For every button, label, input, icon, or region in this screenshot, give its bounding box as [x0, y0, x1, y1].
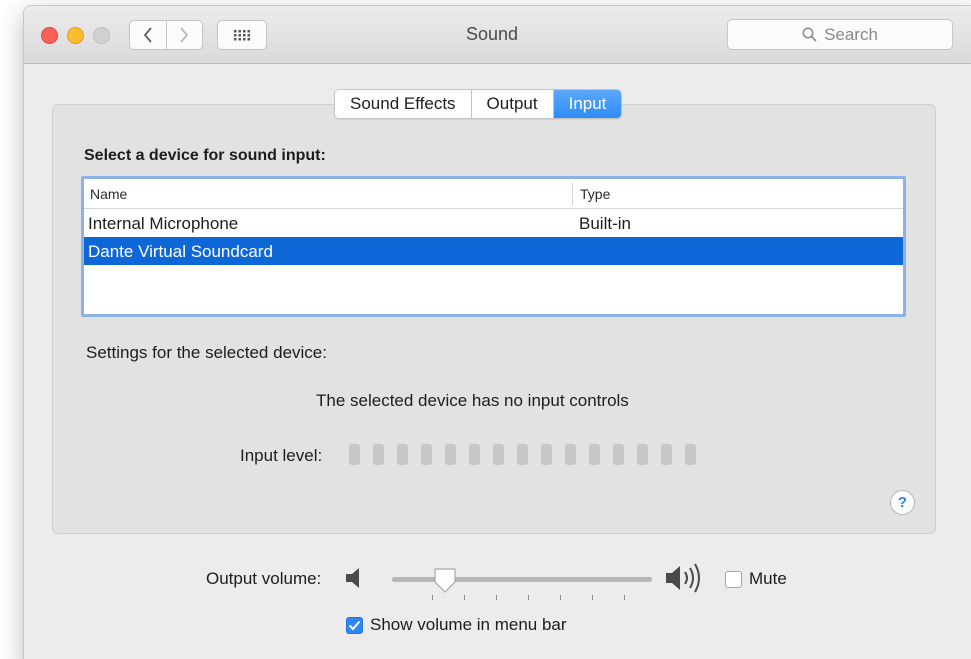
device-list-heading: Select a device for sound input:	[84, 147, 326, 164]
chevron-right-icon	[180, 27, 189, 43]
output-volume-label: Output volume:	[206, 569, 322, 588]
tab-sound-effects[interactable]: Sound Effects	[335, 90, 471, 118]
table-row-selected[interactable]: Dante Virtual Soundcard	[84, 237, 903, 265]
input-level-segment	[589, 444, 600, 465]
sound-preferences-window: Sound Search Sound Effects Output Input …	[24, 6, 971, 659]
slider-tick	[464, 595, 465, 600]
device-type: Built-in	[579, 214, 631, 233]
input-level-segment	[661, 444, 672, 465]
slider-tick	[624, 595, 625, 600]
column-divider[interactable]	[572, 183, 573, 205]
device-settings-label: Settings for the selected device:	[86, 343, 327, 362]
mute-checkbox[interactable]	[725, 570, 742, 588]
slider-track[interactable]	[392, 577, 652, 582]
input-level-segment	[373, 444, 384, 465]
input-level-segment	[517, 444, 528, 465]
close-window-button[interactable]	[41, 27, 58, 44]
show-volume-checkbox[interactable]	[346, 616, 363, 634]
slider-tick	[496, 595, 497, 600]
slider-tick	[528, 595, 529, 600]
input-panel	[52, 104, 936, 534]
tab-output[interactable]: Output	[470, 90, 553, 118]
column-header-type[interactable]: Type	[580, 186, 610, 202]
back-button[interactable]	[130, 21, 166, 49]
title-bar: Sound Search	[24, 6, 971, 64]
input-level-segment	[349, 444, 360, 465]
device-name: Dante Virtual Soundcard	[88, 242, 273, 261]
slider-tick	[592, 595, 593, 600]
show-volume-option[interactable]: Show volume in menu bar	[346, 615, 567, 635]
input-level-meter	[349, 444, 696, 465]
window-title: Sound	[465, 24, 519, 44]
zoom-window-button[interactable]	[93, 27, 110, 44]
input-level-segment	[421, 444, 432, 465]
chevron-left-icon	[143, 27, 152, 43]
checkmark-icon	[348, 620, 361, 630]
input-level-segment	[397, 444, 408, 465]
mute-option[interactable]: Mute	[725, 569, 787, 589]
input-level-segment	[637, 444, 648, 465]
search-placeholder: Search	[824, 24, 878, 44]
speaker-high-icon	[666, 563, 700, 593]
minimize-window-button[interactable]	[67, 27, 84, 44]
search-icon	[802, 27, 817, 42]
grid-icon	[234, 30, 250, 41]
input-level-label: Input level:	[240, 446, 323, 465]
slider-tick	[560, 595, 561, 600]
input-level-segment	[565, 444, 576, 465]
show-all-preferences-button[interactable]	[217, 20, 267, 50]
no-input-controls-message: The selected device has no input control…	[316, 391, 629, 410]
input-level-segment	[469, 444, 480, 465]
mute-label: Mute	[749, 569, 787, 588]
tab-bar: Sound Effects Output Input	[334, 89, 623, 119]
output-volume-slider[interactable]	[392, 565, 652, 605]
table-row[interactable]: Internal Microphone Built-in	[84, 209, 903, 237]
navigation-buttons	[129, 20, 203, 50]
show-volume-label: Show volume in menu bar	[370, 615, 567, 634]
input-device-table[interactable]: Name Type Internal Microphone Built-in D…	[81, 176, 906, 317]
slider-knob[interactable]	[432, 567, 458, 595]
table-header: Name Type	[84, 179, 903, 209]
input-level-segment	[541, 444, 552, 465]
input-level-segment	[613, 444, 624, 465]
device-name: Internal Microphone	[88, 214, 239, 233]
column-header-name[interactable]: Name	[90, 186, 127, 202]
speaker-low-icon	[346, 568, 359, 588]
search-field[interactable]: Search	[727, 19, 953, 50]
help-button[interactable]: ?	[890, 490, 915, 515]
forward-button[interactable]	[165, 21, 203, 49]
slider-tick	[432, 595, 433, 600]
input-level-segment	[685, 444, 696, 465]
input-level-segment	[493, 444, 504, 465]
tab-input[interactable]: Input	[552, 90, 622, 118]
input-level-segment	[445, 444, 456, 465]
